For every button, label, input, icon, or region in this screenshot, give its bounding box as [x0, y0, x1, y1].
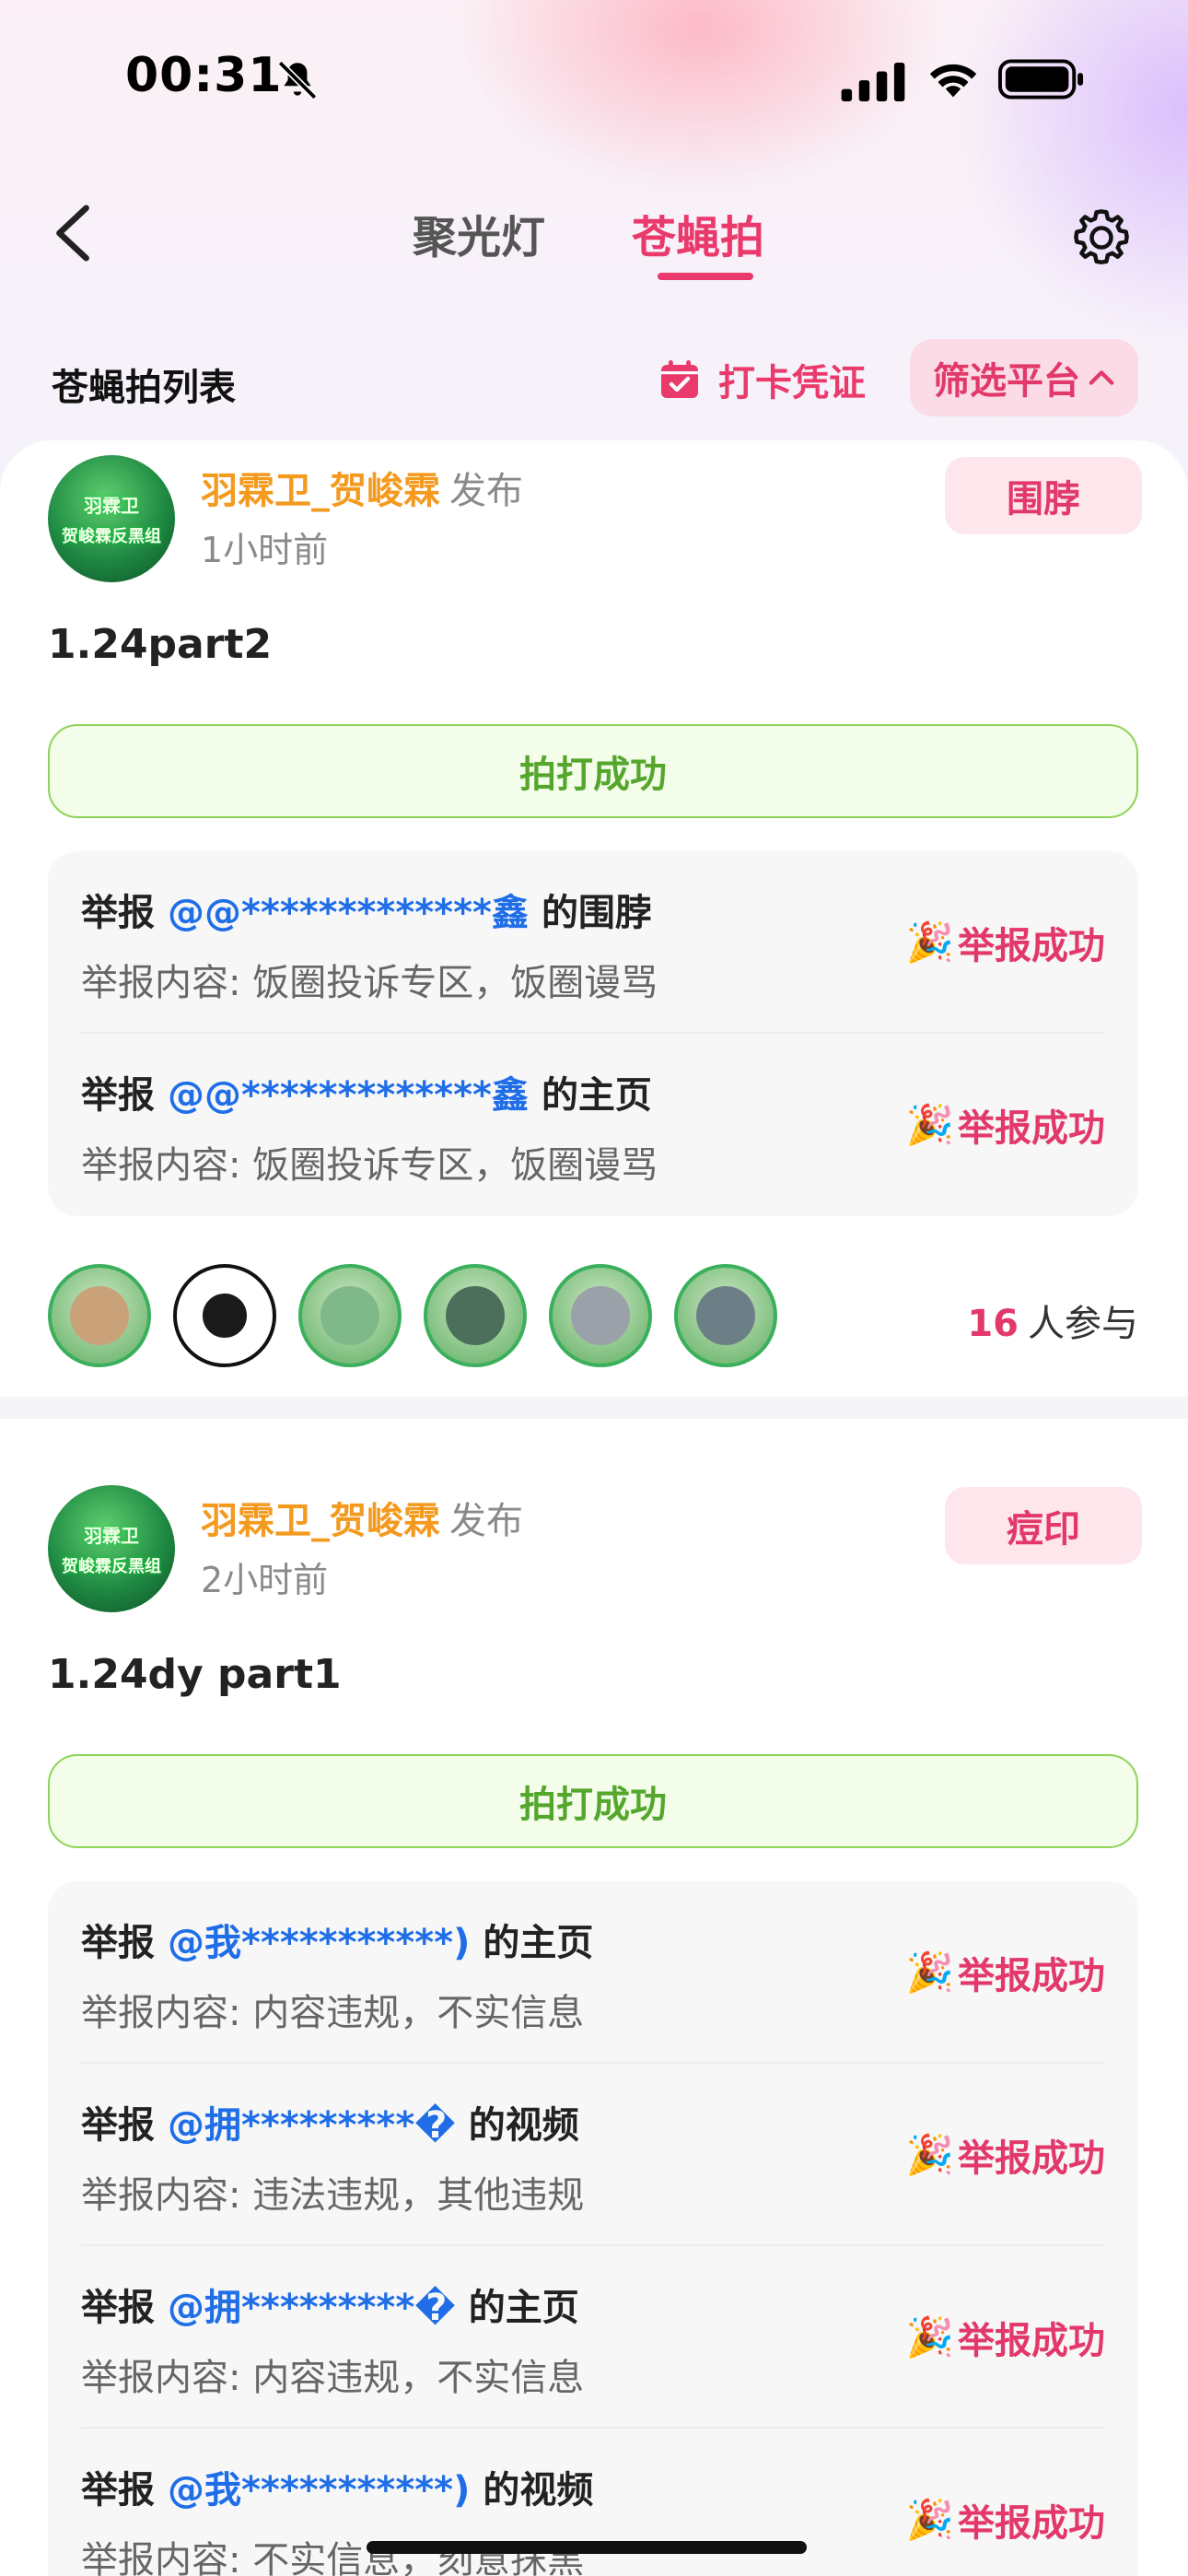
report-prefix: 举报 [81, 892, 155, 934]
report-content: 举报内容: 内容违规，不实信息 [81, 2357, 585, 2399]
post-separator [0, 1397, 1188, 1419]
party-popper-icon: 🎉 [905, 919, 954, 965]
post-title: 1.24dy part1 [48, 1651, 342, 1698]
participant-count: 16 人参与 [967, 1303, 1138, 1345]
report-item[interactable]: 举报 @我***********) 的视频 举报内容: 不实信息，刻意抹黑 🎉 举报成… [81, 2429, 1105, 2576]
report-item[interactable]: 举报 @@*************鑫 的围脖 举报内容: 饭圈投诉专区，饭圈谩骂 … [81, 851, 1105, 1034]
report-list: 举报 @我***********) 的主页 举报内容: 内容违规，不实信息 🎉 举报成… [48, 1881, 1138, 2576]
gear-icon[interactable] [1068, 205, 1135, 271]
bell-slash-icon [277, 60, 318, 100]
participant-avatar [674, 1264, 777, 1367]
report-prefix: 举报 [81, 2287, 155, 2329]
report-prefix: 举报 [81, 1074, 155, 1117]
report-status: 🎉 举报成功 [905, 2497, 1105, 2545]
report-suffix: 的视频 [483, 2469, 594, 2512]
filter-label: 筛选平台 [933, 360, 1080, 403]
swat-success-button[interactable]: 拍打成功 [48, 1754, 1138, 1848]
report-target[interactable]: @@*************鑫 [168, 1074, 529, 1117]
report-suffix: 的视频 [468, 2104, 579, 2147]
report-suffix: 的主页 [483, 1922, 594, 1964]
chevron-left-icon[interactable] [46, 203, 101, 263]
report-status: 🎉 举报成功 [905, 2314, 1105, 2362]
home-indicator[interactable] [367, 2541, 807, 2554]
checkin-proof-button[interactable]: 打卡凭证 [658, 350, 866, 409]
publish-verb: 发布 [449, 470, 523, 512]
platform-tag: 痘印 [945, 1487, 1142, 1564]
report-item[interactable]: 举报 @拥*********� 的视频 举报内容: 违法违规，其他违规 🎉 举报成功 [81, 2064, 1105, 2246]
report-target[interactable]: @拥*********� [168, 2287, 456, 2329]
filter-platform-button[interactable]: 筛选平台 [910, 339, 1138, 416]
participant-avatar [424, 1264, 527, 1367]
report-content: 举报内容: 饭圈投诉专区，饭圈谩骂 [81, 1144, 658, 1187]
report-content: 举报内容: 违法违规，其他违规 [81, 2174, 585, 2217]
report-status: 🎉 举报成功 [905, 919, 1105, 967]
party-popper-icon: 🎉 [905, 2497, 954, 2542]
report-status: 🎉 举报成功 [905, 1102, 1105, 1150]
report-content: 举报内容: 内容违规，不实信息 [81, 1992, 585, 2034]
post-title: 1.24part2 [48, 621, 273, 668]
party-popper-icon: 🎉 [905, 2132, 954, 2177]
report-prefix: 举报 [81, 1922, 155, 1964]
report-item[interactable]: 举报 @@*************鑫 的主页 举报内容: 饭圈投诉专区，饭圈谩骂 … [81, 1034, 1105, 1216]
author-name[interactable]: 羽霖卫_贺峻霖 [201, 470, 440, 512]
party-popper-icon: 🎉 [905, 1102, 954, 1147]
report-status: 🎉 举报成功 [905, 2132, 1105, 2180]
report-status: 🎉 举报成功 [905, 1950, 1105, 1997]
report-target[interactable]: @我***********) [168, 2469, 470, 2512]
top-navigation: 聚光灯 苍蝇拍 [0, 184, 1188, 286]
report-list: 举报 @@*************鑫 的围脖 举报内容: 饭圈投诉专区，饭圈谩骂 … [48, 851, 1138, 1216]
author-avatar[interactable]: 羽霖卫 贺峻霖反黑组 [48, 1485, 175, 1612]
swat-success-button[interactable]: 拍打成功 [48, 724, 1138, 818]
participant-avatar [48, 1264, 151, 1367]
tab-spotlight[interactable]: 聚光灯 [413, 201, 545, 265]
battery-icon [998, 59, 1084, 100]
author-name[interactable]: 羽霖卫_贺峻霖 [201, 1500, 440, 1542]
status-bar: 00:31 [0, 0, 1188, 138]
tab-flyswatter[interactable]: 苍蝇拍 [632, 201, 764, 265]
post-time: 1小时前 [201, 530, 329, 570]
calendar-check-icon [661, 360, 698, 398]
report-target[interactable]: @我***********) [168, 1922, 470, 1964]
cellular-signal-icon [841, 63, 905, 101]
report-item[interactable]: 举报 @我***********) 的主页 举报内容: 内容违规，不实信息 🎉 举报成… [81, 1881, 1105, 2064]
report-suffix: 的围脖 [541, 892, 652, 934]
app-screen: 00:31 聚光灯 苍蝇拍 苍蝇拍列表 打卡凭证 筛选平台 羽霖卫 贺峻霖反黑组… [0, 0, 1188, 2576]
report-item[interactable]: 举报 @拥*********� 的主页 举报内容: 内容违规，不实信息 🎉 举报成功 [81, 2246, 1105, 2429]
report-target[interactable]: @@*************鑫 [168, 892, 529, 934]
party-popper-icon: 🎉 [905, 1950, 954, 1995]
participant-avatar [549, 1264, 652, 1367]
checkin-label: 打卡凭证 [718, 362, 866, 404]
post-time: 2小时前 [201, 1560, 329, 1600]
platform-tag: 围脖 [945, 457, 1142, 534]
report-content: 举报内容: 饭圈投诉专区，饭圈谩骂 [81, 962, 658, 1004]
report-prefix: 举报 [81, 2469, 155, 2512]
report-prefix: 举报 [81, 2104, 155, 2147]
wifi-icon [929, 64, 977, 98]
chevron-up-icon [1089, 370, 1114, 385]
participant-avatar [298, 1264, 402, 1367]
status-time: 00:31 [125, 48, 283, 103]
report-suffix: 的主页 [468, 2287, 579, 2329]
author-line: 羽霖卫_贺峻霖 发布 [201, 1491, 523, 1544]
list-subheader: 苍蝇拍列表 打卡凭证 筛选平台 [0, 339, 1188, 422]
active-tab-indicator [658, 273, 753, 280]
author-line: 羽霖卫_贺峻霖 发布 [201, 461, 523, 514]
report-target[interactable]: @拥*********� [168, 2104, 456, 2147]
participant-avatar [173, 1264, 276, 1367]
party-popper-icon: 🎉 [905, 2314, 954, 2359]
participants-row[interactable]: 16 人参与 [48, 1264, 1138, 1367]
publish-verb: 发布 [449, 1500, 523, 1542]
list-title: 苍蝇拍列表 [52, 367, 236, 409]
report-suffix: 的主页 [541, 1074, 652, 1117]
author-avatar[interactable]: 羽霖卫 贺峻霖反黑组 [48, 455, 175, 582]
